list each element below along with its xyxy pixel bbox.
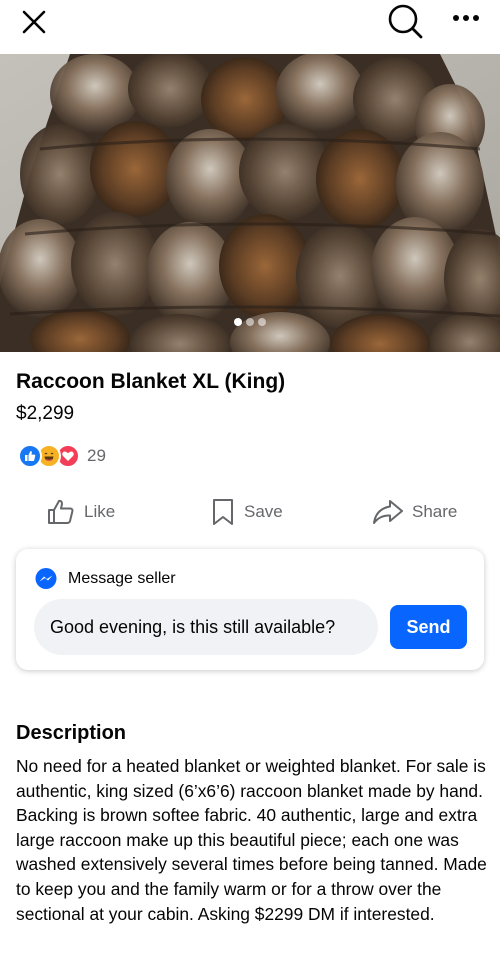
listing-title: Raccoon Blanket XL (King) xyxy=(16,370,286,393)
more-horizontal-icon[interactable] xyxy=(448,6,484,30)
carousel-indicator xyxy=(0,318,500,326)
like-reaction-icon xyxy=(18,444,42,468)
save-button[interactable]: Save xyxy=(210,495,283,529)
carousel-dot[interactable] xyxy=(258,318,266,326)
like-button[interactable]: Like xyxy=(46,495,115,529)
send-button[interactable]: Send xyxy=(390,605,467,649)
message-seller-card: Message seller Send xyxy=(16,549,484,670)
message-seller-header: Message seller xyxy=(34,567,176,591)
product-photo[interactable] xyxy=(0,54,500,352)
search-icon[interactable] xyxy=(386,2,424,40)
like-icon xyxy=(48,499,74,524)
bookmark-icon xyxy=(213,499,233,525)
top-bar xyxy=(0,0,500,54)
description-heading: Description xyxy=(16,722,127,744)
share-label: Share xyxy=(412,502,458,521)
carousel-dot[interactable] xyxy=(234,318,242,326)
carousel-dot[interactable] xyxy=(246,318,254,326)
message-seller-title: Message seller xyxy=(68,570,176,587)
reaction-count: 29 xyxy=(87,446,106,465)
messenger-icon xyxy=(35,568,57,589)
close-icon[interactable] xyxy=(18,6,50,38)
message-input[interactable] xyxy=(34,599,378,655)
description-body: No need for a heated blanket or weighted… xyxy=(16,756,487,924)
reactions-summary[interactable]: 29 xyxy=(18,443,106,469)
listing-price: $2,299 xyxy=(16,403,75,424)
share-icon xyxy=(373,500,403,524)
share-button[interactable]: Share xyxy=(372,495,457,529)
like-label: Like xyxy=(84,502,116,521)
action-row: Like Save Share xyxy=(0,495,500,529)
save-label: Save xyxy=(244,502,283,521)
